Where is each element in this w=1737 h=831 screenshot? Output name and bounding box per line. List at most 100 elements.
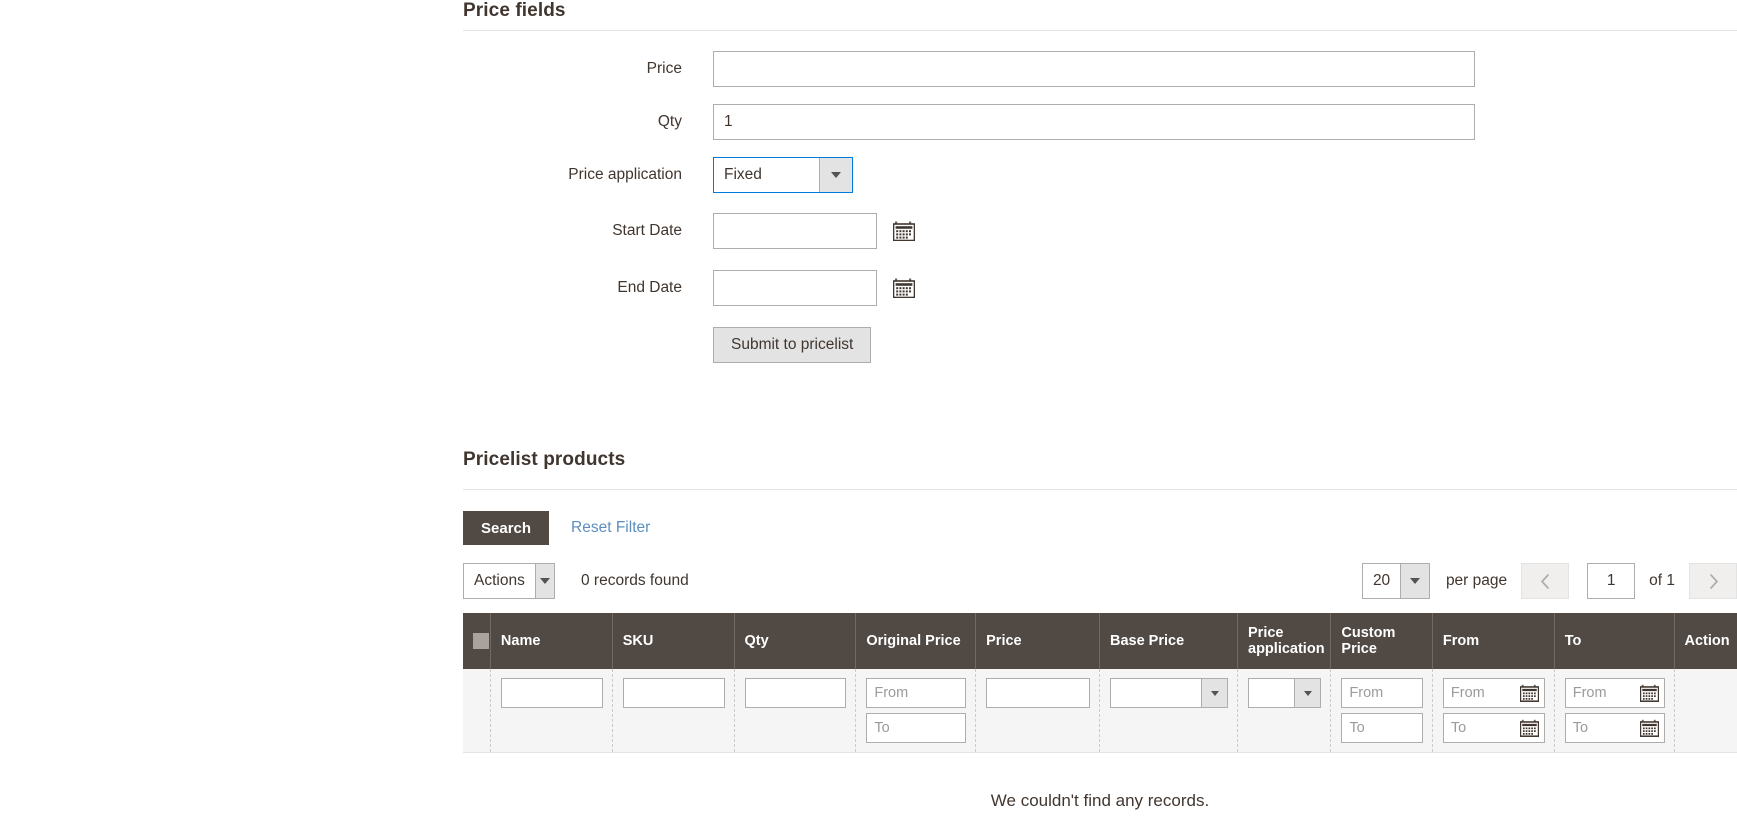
grid-toolbar: Actions 0 records found 20 per page 1 of… (463, 563, 1737, 599)
column-header-base-price[interactable]: Base Price (1099, 613, 1239, 669)
field-row-price-application: Price application Fixed (463, 157, 1737, 193)
chevron-down-icon (1210, 690, 1219, 696)
field-row-start-date: Start Date (463, 213, 1737, 249)
pricelist-products-heading: Pricelist products (463, 449, 626, 470)
price-input[interactable] (713, 51, 1475, 87)
filter-name-input[interactable] (500, 678, 603, 708)
chevron-down-icon (1303, 690, 1312, 696)
previous-page-button[interactable] (1521, 563, 1570, 599)
price-application-selected-value: Fixed (724, 166, 762, 183)
filter-to-from-wrapper (1564, 678, 1665, 708)
filter-custom-price-from-input[interactable] (1341, 678, 1423, 708)
calendar-icon-end-date[interactable] (892, 278, 916, 299)
filter-price-application-select[interactable] (1248, 678, 1322, 708)
grid-empty-row: We couldn't find any records. (463, 752, 1737, 831)
chevron-right-icon (1709, 573, 1718, 589)
filter-original-price-to-input[interactable] (866, 713, 967, 743)
end-date-label: End Date (617, 278, 682, 296)
filter-base-price-select[interactable] (1109, 678, 1229, 708)
empty-message: We couldn't find any records. (463, 752, 1737, 831)
search-button[interactable]: Search (463, 511, 550, 545)
filter-original-price-from-input[interactable] (866, 678, 967, 708)
filter-cell-price (975, 669, 1100, 753)
per-page-select[interactable]: 20 (1361, 563, 1430, 599)
admin-pricelist-page: Price fields Price Qty Price application (0, 0, 1737, 831)
calendar-icon-to-to[interactable] (1639, 719, 1659, 737)
filter-cell-sku (612, 669, 735, 753)
column-header-qty[interactable]: Qty (734, 613, 857, 669)
filter-cell-original-price (855, 669, 977, 753)
per-page-dropdown-button[interactable] (1400, 564, 1429, 598)
calendar-icon-from-from[interactable] (1519, 684, 1540, 702)
filter-from-from-wrapper (1442, 678, 1545, 708)
massaction-selected-value: Actions (474, 572, 525, 589)
price-label: Price (646, 59, 682, 77)
price-fields-section: Price fields Price Qty Price application (463, 0, 1737, 363)
field-row-submit: Submit to pricelist (463, 327, 1737, 363)
column-header-name[interactable]: Name (490, 613, 613, 669)
filter-cell-custom-price (1330, 669, 1433, 753)
filter-price-input[interactable] (986, 678, 1090, 708)
filter-qty-input[interactable] (744, 678, 847, 708)
filter-cell-qty (734, 669, 857, 753)
column-header-custom-price[interactable]: Custom Price (1330, 613, 1433, 669)
end-date-input[interactable] (713, 270, 877, 306)
filter-to-to-wrapper (1564, 713, 1665, 743)
price-application-select[interactable]: Fixed (713, 157, 853, 193)
reset-filter-link[interactable]: Reset Filter (571, 519, 650, 537)
per-page-label: per page (1445, 572, 1508, 589)
grid-header-row: Name SKU Qty Original Price Price Base P… (463, 613, 1737, 669)
filter-cell-to (1554, 669, 1675, 753)
records-found-text: 0 records found (581, 572, 689, 589)
page-number-input[interactable] (1587, 563, 1636, 599)
qty-label: Qty (657, 112, 682, 130)
massaction-dropdown-button[interactable] (534, 564, 554, 598)
calendar-icon-start-date[interactable] (892, 221, 916, 242)
massaction-select[interactable]: Actions (463, 563, 555, 599)
pagination-controls: 20 per page of 1 (1361, 563, 1737, 599)
calendar-icon-from-to[interactable] (1519, 719, 1540, 737)
filter-custom-price-to-input[interactable] (1341, 713, 1423, 743)
submit-to-pricelist-button[interactable]: Submit to pricelist (713, 327, 872, 363)
filter-base-price-dropdown-button[interactable] (1201, 679, 1228, 707)
start-date-label: Start Date (612, 221, 682, 239)
filter-cell-checkbox (463, 669, 491, 753)
filter-from-to-wrapper (1442, 713, 1545, 743)
chevron-down-icon (1410, 578, 1421, 584)
filter-sku-input[interactable] (622, 678, 725, 708)
select-all-checkbox[interactable] (473, 633, 489, 649)
pricelist-products-section: Pricelist products Search Reset Filter A… (463, 449, 1737, 831)
column-header-sku[interactable]: SKU (612, 613, 735, 669)
chevron-down-icon (831, 172, 841, 178)
column-header-original-price[interactable]: Original Price (855, 613, 977, 669)
grid-filter-row (463, 669, 1737, 753)
filter-price-application-selected-value (1249, 679, 1294, 707)
column-header-to[interactable]: To (1554, 613, 1675, 669)
select-all-header[interactable] (463, 613, 491, 669)
filter-cell-name (490, 669, 613, 753)
column-header-action: Action (1674, 613, 1737, 669)
price-application-label: Price application (568, 165, 682, 183)
field-row-end-date: End Date (463, 270, 1737, 306)
filter-price-application-dropdown-button[interactable] (1294, 679, 1321, 707)
start-date-input[interactable] (713, 213, 877, 249)
column-header-price-application[interactable]: Price application (1237, 613, 1332, 669)
filter-cell-action (1674, 669, 1737, 753)
next-page-button[interactable] (1689, 563, 1737, 599)
qty-input[interactable] (713, 104, 1475, 140)
field-row-price: Price (463, 51, 1737, 87)
column-header-price[interactable]: Price (975, 613, 1100, 669)
price-application-dropdown-button[interactable] (819, 158, 852, 192)
filter-base-price-selected-value (1111, 679, 1201, 707)
chevron-left-icon (1540, 573, 1549, 589)
filter-cell-base-price (1099, 669, 1239, 753)
per-page-selected-value: 20 (1372, 572, 1391, 589)
chevron-down-icon (539, 578, 550, 584)
grid-search-bar: Search Reset Filter (463, 511, 1737, 545)
column-header-from[interactable]: From (1432, 613, 1555, 669)
price-fields-heading: Price fields (463, 0, 566, 21)
page-total-label: of 1 (1649, 572, 1675, 589)
field-row-qty: Qty (463, 104, 1737, 140)
pricelist-products-grid: Name SKU Qty Original Price Price Base P… (463, 613, 1737, 831)
calendar-icon-to-from[interactable] (1639, 684, 1659, 702)
